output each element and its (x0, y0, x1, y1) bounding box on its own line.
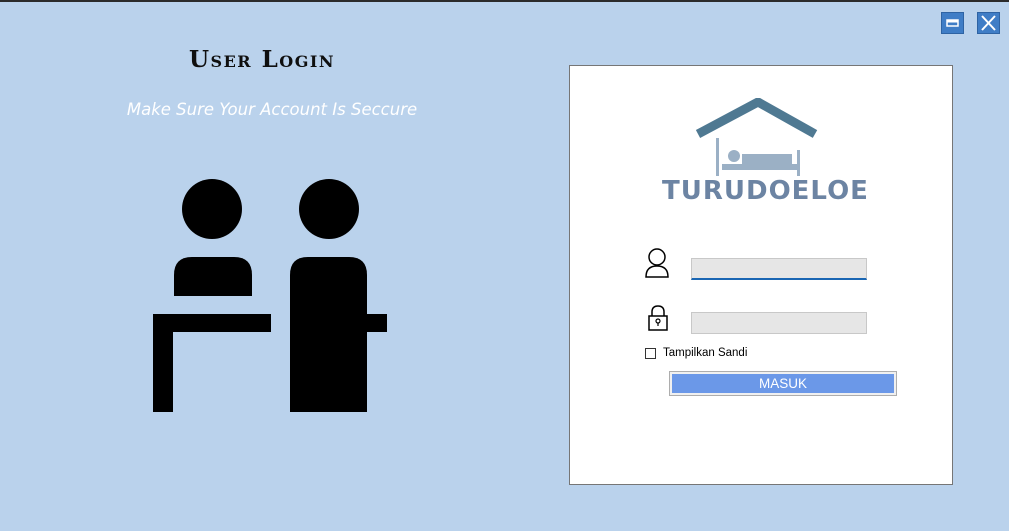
page-title: User Login (189, 46, 335, 73)
minimize-icon (946, 19, 959, 27)
login-button[interactable]: MASUK (669, 371, 897, 396)
login-button-label: MASUK (672, 374, 894, 393)
close-icon (981, 15, 996, 31)
show-password-label: Tampilkan Sandi (663, 347, 748, 359)
user-icon (645, 248, 669, 278)
show-password-checkbox[interactable] (645, 347, 656, 359)
username-input[interactable] (691, 258, 867, 280)
close-button[interactable] (977, 12, 1000, 34)
login-panel: TURUDOELOE Tampilkan Sandi MASUK (569, 65, 953, 485)
two-people-at-desk-icon (153, 179, 387, 412)
password-input[interactable] (691, 312, 867, 334)
show-password-row[interactable]: Tampilkan Sandi (645, 347, 747, 359)
page-subtitle: Make Sure Your Account Is Seccure (126, 100, 418, 119)
house-bed-logo (695, 98, 818, 176)
brand-name: TURUDOELOE (662, 176, 869, 206)
minimize-button[interactable] (941, 12, 964, 34)
lock-icon (648, 305, 668, 331)
